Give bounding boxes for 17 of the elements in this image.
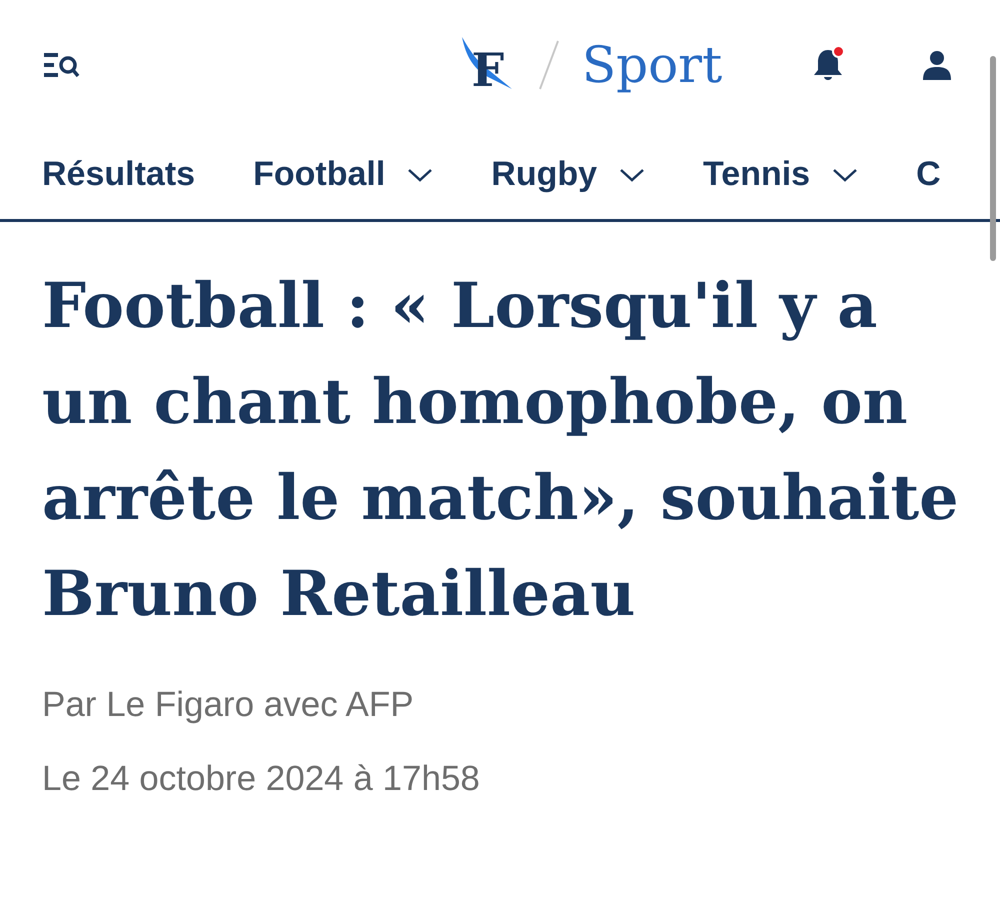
article-headline: Football : « Lorsqu'il y a un chant homophobe, on arrête le match», souhaite Bruno Retailleau bbox=[42, 268, 960, 632]
chevron-down-icon bbox=[407, 166, 434, 182]
slash-divider bbox=[538, 39, 560, 91]
nav-item[interactable]: Résultats bbox=[42, 149, 196, 200]
menu-search-icon[interactable] bbox=[42, 51, 80, 79]
nav-item[interactable]: Rugby bbox=[491, 149, 646, 200]
nav-item[interactable]: Tennis bbox=[703, 149, 858, 200]
nav-item[interactable]: Football bbox=[253, 149, 434, 200]
section-title[interactable]: Sport bbox=[582, 40, 722, 90]
chevron-down-icon bbox=[832, 166, 858, 182]
scrollbar[interactable] bbox=[990, 56, 996, 261]
user-icon[interactable] bbox=[922, 50, 952, 80]
notification-bell-icon[interactable] bbox=[812, 48, 844, 82]
article-byline: Par Le Figaro avec AFP bbox=[42, 684, 415, 726]
nav-item[interactable]: C bbox=[916, 149, 941, 200]
article-date: Le 24 octobre 2024 à 17h58 bbox=[42, 758, 481, 800]
chevron-down-icon bbox=[619, 166, 646, 182]
